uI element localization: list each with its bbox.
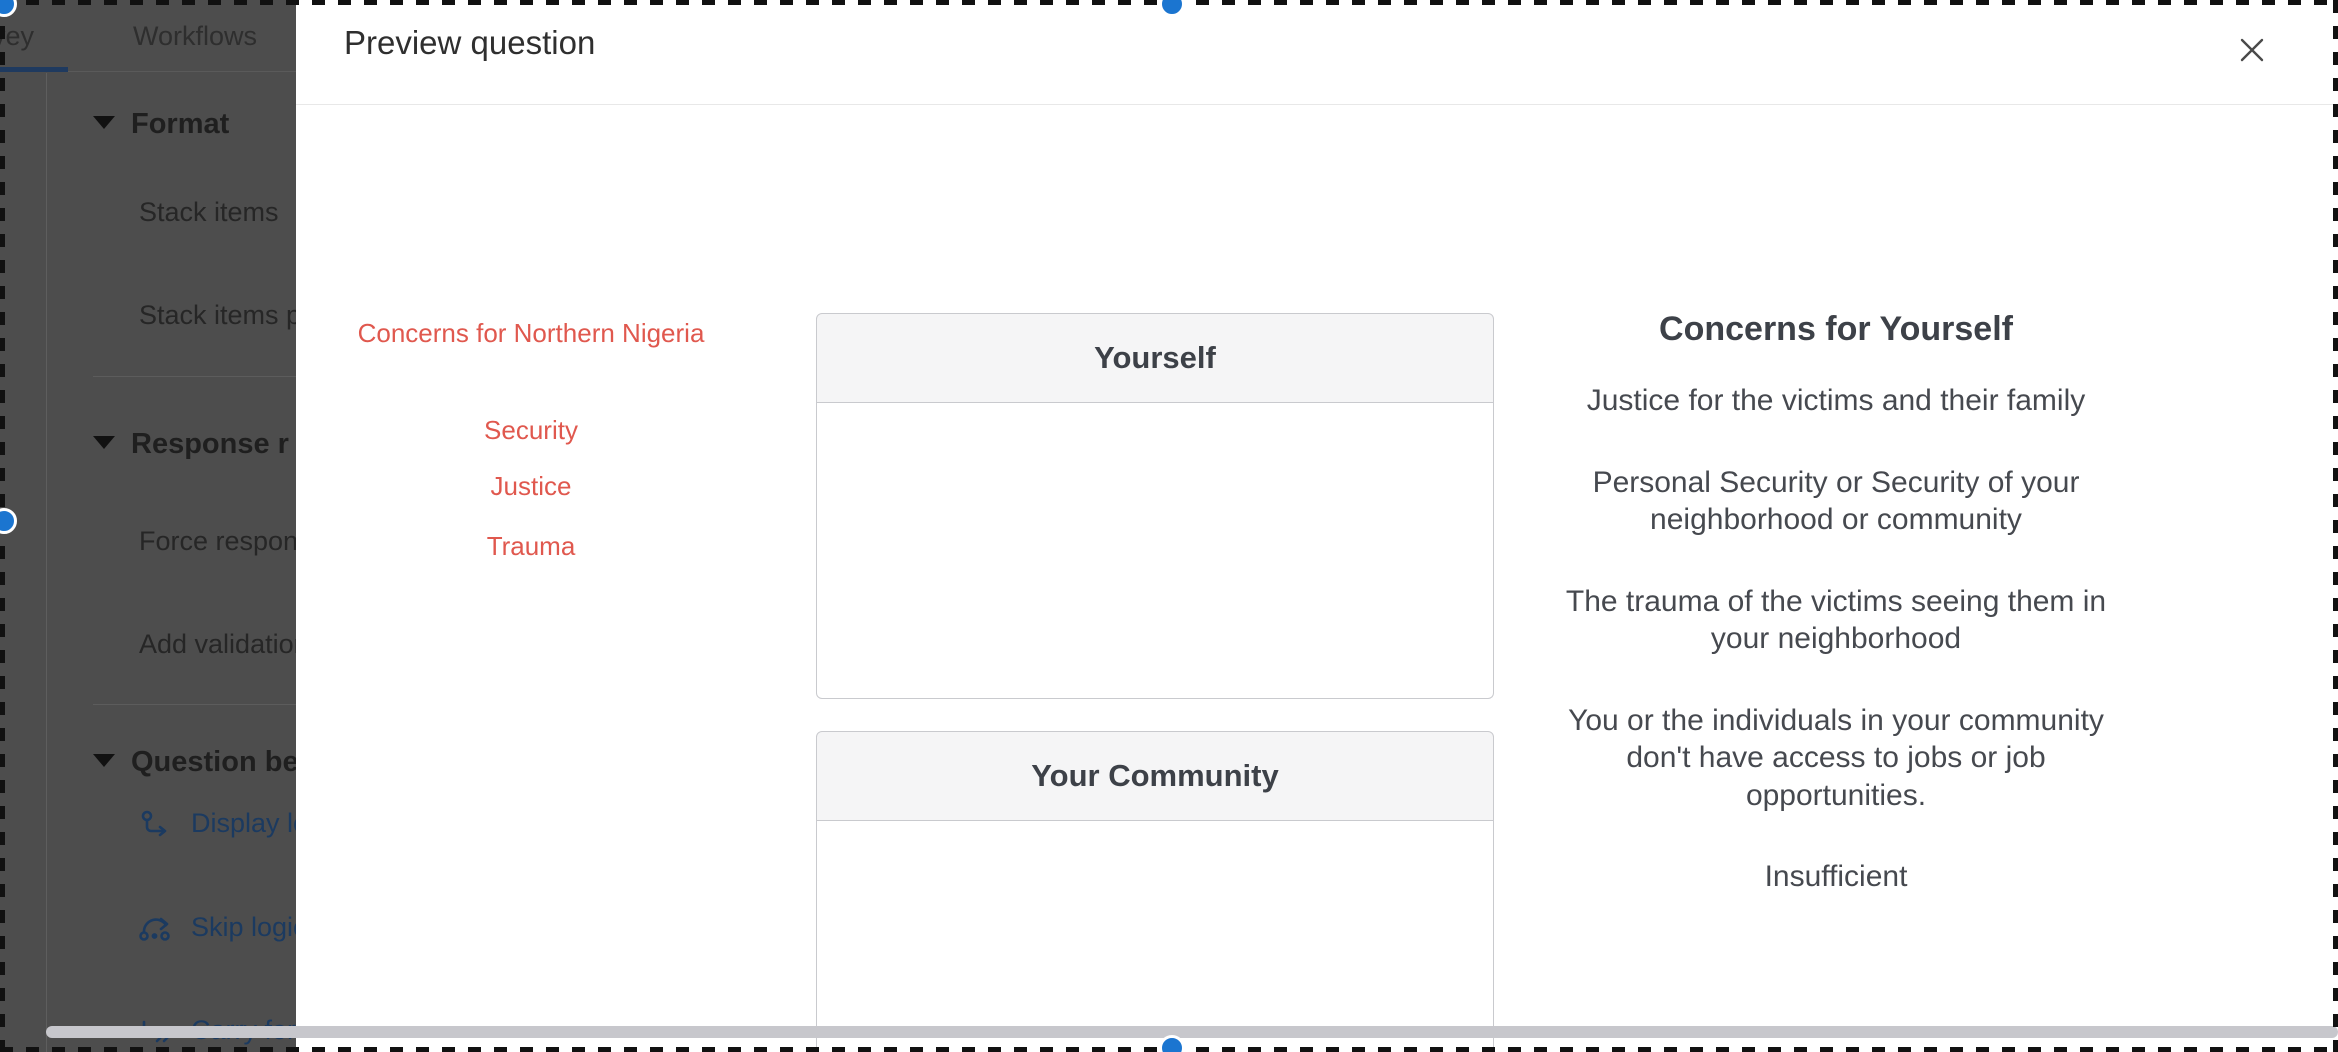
close-icon[interactable] — [2224, 22, 2280, 78]
screen-root: vey Workflows Pre Format Stack items Sta… — [0, 0, 2338, 1052]
modal-body: Concerns for Northern Nigeria Security J… — [296, 105, 2338, 1052]
tab-survey-label: vey — [0, 21, 35, 51]
drag-item[interactable]: Justice — [296, 471, 766, 502]
choice-item[interactable]: You or the individuals in your community… — [1536, 702, 2136, 815]
drop-area[interactable] — [816, 821, 1494, 1052]
sidebar-item-stack-items-label: Stack items — [139, 197, 279, 227]
sidebar-item-add-validation-label: Add validation — [139, 629, 309, 659]
drag-item[interactable]: Trauma — [296, 531, 766, 562]
sidebar-item-skip-logic[interactable]: Skip logic — [139, 912, 307, 943]
choice-item[interactable]: Personal Security or Security of your ne… — [1536, 464, 2136, 539]
drop-group-header: Your Community — [816, 731, 1494, 821]
sidebar-section-format[interactable]: Format — [93, 108, 229, 141]
tab-workflows[interactable]: Workflows — [90, 0, 300, 72]
sidebar-item-add-validation[interactable]: Add validation — [139, 629, 309, 660]
skip-logic-icon — [139, 913, 173, 943]
chevron-down-icon — [93, 116, 115, 129]
horizontal-scrollbar[interactable] — [46, 1026, 2338, 1038]
choices-list: Justice for the victims and their family… — [1536, 382, 2136, 940]
preview-question-modal: Preview question Concerns for Northern N… — [296, 0, 2338, 1052]
drop-group-your-community: Your Community — [816, 731, 1494, 1052]
sidebar-item-skip-logic-label: Skip logic — [191, 912, 307, 942]
sidebar-section-question-behavior-label: Question be — [131, 746, 299, 778]
sidebar-section-format-label: Format — [131, 108, 230, 140]
choices-title: Concerns for Yourself — [1659, 310, 2013, 348]
drop-area[interactable] — [816, 403, 1494, 699]
sidebar-item-stack-items[interactable]: Stack items — [139, 197, 279, 228]
choice-item[interactable]: The trauma of the victims seeing them in… — [1536, 583, 2136, 658]
drop-zone-column: Yourself Your Community — [766, 105, 1494, 1052]
chevron-down-icon — [93, 754, 115, 767]
tab-workflows-label: Workflows — [132, 21, 258, 51]
drag-item[interactable]: Security — [296, 415, 766, 446]
drop-group-header: Yourself — [816, 313, 1494, 403]
drag-source-column: Concerns for Northern Nigeria Security J… — [296, 105, 766, 1052]
display-logic-icon — [139, 809, 173, 839]
choice-item[interactable]: Justice for the victims and their family — [1536, 382, 2136, 420]
sidebar-section-question-behavior[interactable]: Question be — [93, 746, 299, 779]
chevron-down-icon — [93, 436, 115, 449]
drop-group-yourself: Yourself — [816, 313, 1494, 699]
choice-item[interactable]: Insufficient — [1536, 858, 2136, 896]
choices-column: Concerns for Yourself Justice for the vi… — [1536, 105, 2136, 1052]
sidebar-section-response-requirements[interactable]: Response r — [93, 428, 289, 461]
sidebar-section-response-label: Response r — [131, 428, 289, 460]
drag-item[interactable]: Concerns for Northern Nigeria — [296, 318, 766, 349]
modal-header: Preview question — [296, 0, 2338, 105]
modal-title: Preview question — [344, 24, 596, 61]
